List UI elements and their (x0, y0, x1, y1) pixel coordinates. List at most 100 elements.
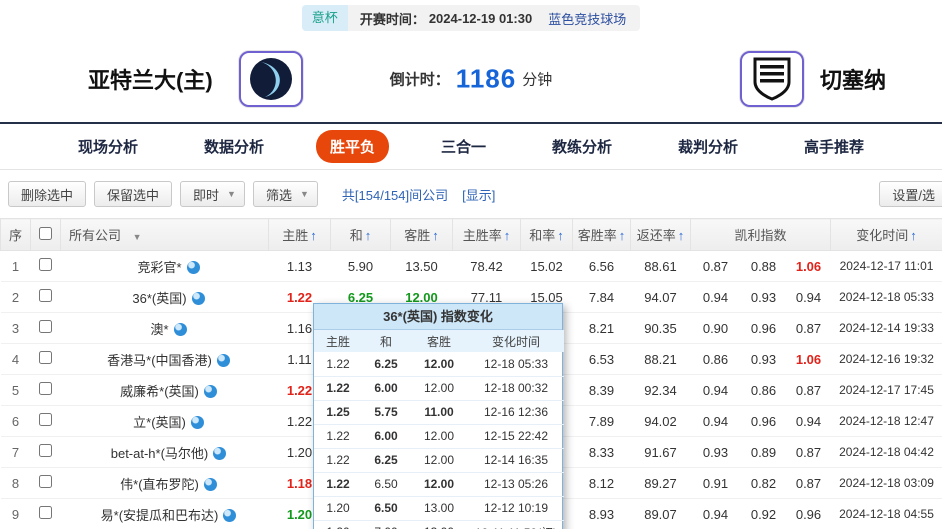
popup-draw-odds: 6.50 (362, 496, 410, 520)
row-checkbox[interactable] (39, 382, 52, 395)
change-time: 2024-12-14 19:33 (831, 313, 942, 344)
header-away-rate[interactable]: 客胜率↑ (573, 219, 631, 251)
row-checkbox[interactable] (39, 320, 52, 333)
company-info-icon[interactable] (204, 478, 217, 491)
league-badge[interactable]: 意杯 (302, 5, 348, 31)
settings-button[interactable]: 设置/选 (879, 181, 942, 207)
sort-asc-icon[interactable]: ↑ (310, 228, 317, 243)
company-info-icon[interactable] (191, 416, 204, 429)
popup-draw-odds: 7.00 (362, 520, 410, 529)
row-checkbox[interactable] (39, 258, 52, 271)
header-home-odds[interactable]: 主胜↑ (269, 219, 331, 251)
company-name[interactable]: 36*(英国) (132, 291, 186, 306)
away-team-block: 切塞纳 (740, 36, 886, 122)
row-checkbox[interactable] (39, 475, 52, 488)
company-info-icon[interactable] (213, 447, 226, 460)
keep-selected-button[interactable]: 保留选中 (94, 181, 172, 207)
company-cell[interactable]: 易*(安提瓜和巴布达) (61, 499, 269, 529)
row-checkbox-cell (31, 375, 61, 406)
home-odds[interactable]: 1.13 (269, 251, 331, 282)
sort-asc-icon[interactable]: ↑ (619, 228, 626, 243)
company-name[interactable]: 伟*(直布罗陀) (120, 477, 199, 492)
company-count: 共[154/154]间公司 (342, 185, 448, 204)
header-home-rate-label: 主胜率 (463, 228, 502, 243)
company-name[interactable]: 澳* (150, 322, 168, 337)
row-checkbox[interactable] (39, 506, 52, 519)
tab-live-analysis[interactable]: 现场分析 (64, 130, 152, 163)
home-team-logo-box (239, 51, 303, 107)
popup-change-time: 12-11 11:59(初) (468, 520, 564, 529)
company-cell[interactable]: 伟*(直布罗陀) (61, 468, 269, 499)
company-cell[interactable]: 竞彩官* (61, 251, 269, 282)
row-seq: 6 (1, 406, 31, 437)
tab-data-analysis[interactable]: 数据分析 (190, 130, 278, 163)
header-seq: 序 (1, 219, 31, 251)
company-cell[interactable]: 立*(英国) (61, 406, 269, 437)
company-cell[interactable]: 36*(英国) (61, 282, 269, 313)
kelly-draw: 0.92 (741, 499, 787, 529)
tab-three-in-one[interactable]: 三合一 (427, 130, 500, 163)
sort-asc-icon[interactable]: ↑ (557, 228, 564, 243)
sort-asc-icon[interactable]: ↑ (504, 228, 511, 243)
row-checkbox[interactable] (39, 289, 52, 302)
header-return-rate[interactable]: 返还率↑ (631, 219, 691, 251)
company-name[interactable]: 竞彩官* (137, 260, 181, 275)
kelly-draw: 0.88 (741, 251, 787, 282)
change-time: 2024-12-18 05:33 (831, 282, 942, 313)
company-cell[interactable]: bet-at-h*(马尔他) (61, 437, 269, 468)
header-home-rate[interactable]: 主胜率↑ (453, 219, 521, 251)
company-name[interactable]: 香港马*(中国香港) (107, 353, 212, 368)
popup-header-draw: 和 (362, 330, 410, 352)
time-filter-dropdown[interactable]: 即时 ▼ (180, 181, 245, 207)
header-draw-odds[interactable]: 和↑ (331, 219, 391, 251)
header-away-odds[interactable]: 客胜↑ (391, 219, 453, 251)
tab-win-draw-loss[interactable]: 胜平负 (316, 130, 389, 163)
company-info-icon[interactable] (223, 509, 236, 522)
away-rate: 7.89 (573, 406, 631, 437)
away-odds[interactable]: 13.50 (391, 251, 453, 282)
row-checkbox-cell (31, 406, 61, 437)
row-checkbox-cell (31, 282, 61, 313)
sort-asc-icon[interactable]: ↑ (678, 228, 685, 243)
row-checkbox-cell (31, 499, 61, 529)
draw-rate: 15.02 (521, 251, 573, 282)
away-team-logo-box (740, 51, 804, 107)
company-name[interactable]: 威廉希*(英国) (120, 384, 199, 399)
company-name[interactable]: bet-at-h*(马尔他) (111, 446, 209, 461)
delete-selected-button[interactable]: 删除选中 (8, 181, 86, 207)
tab-referee-analysis[interactable]: 裁判分析 (664, 130, 752, 163)
company-info-icon[interactable] (174, 323, 187, 336)
row-checkbox[interactable] (39, 413, 52, 426)
company-info-icon[interactable] (187, 261, 200, 274)
team-header: 亚特兰大(主) 倒计时： 1186 分钟 切塞纳 (0, 36, 942, 122)
table-row[interactable]: 1 竞彩官* 1.13 5.90 13.50 78.42 15.02 6.56 … (1, 251, 942, 282)
company-cell[interactable]: 香港马*(中国香港) (61, 344, 269, 375)
away-rate: 6.56 (573, 251, 631, 282)
company-info-icon[interactable] (204, 385, 217, 398)
kelly-away: 0.94 (787, 406, 831, 437)
company-name[interactable]: 立*(英国) (133, 415, 186, 430)
company-name[interactable]: 易*(安提瓜和巴布达) (101, 508, 219, 523)
sort-asc-icon[interactable]: ↑ (910, 228, 917, 243)
company-info-icon[interactable] (217, 354, 230, 367)
sort-asc-icon[interactable]: ↑ (365, 228, 372, 243)
header-draw-rate[interactable]: 和率↑ (521, 219, 573, 251)
popup-row: 1.22 6.25 12.00 12-18 05:33 (314, 352, 564, 376)
row-checkbox[interactable] (39, 444, 52, 457)
sort-asc-icon[interactable]: ↑ (432, 228, 439, 243)
away-rate: 8.33 (573, 437, 631, 468)
tab-coach-analysis[interactable]: 教练分析 (538, 130, 626, 163)
match-info-box: 意杯 开赛时间： 2024-12-19 01:30 蓝色竞技球场 (302, 5, 640, 31)
header-company[interactable]: 所有公司 ▼ (61, 219, 269, 251)
company-cell[interactable]: 澳* (61, 313, 269, 344)
company-info-icon[interactable] (192, 292, 205, 305)
header-change-time[interactable]: 变化时间↑ (831, 219, 942, 251)
draw-odds[interactable]: 5.90 (331, 251, 391, 282)
filter-dropdown[interactable]: 筛选 ▼ (253, 181, 318, 207)
display-link[interactable]: [显示] (462, 185, 495, 204)
company-cell[interactable]: 威廉希*(英国) (61, 375, 269, 406)
row-checkbox[interactable] (39, 351, 52, 364)
select-all-checkbox[interactable] (39, 227, 52, 240)
company-filter-icon[interactable]: ▼ (133, 232, 142, 242)
tab-expert-recommend[interactable]: 高手推荐 (790, 130, 878, 163)
